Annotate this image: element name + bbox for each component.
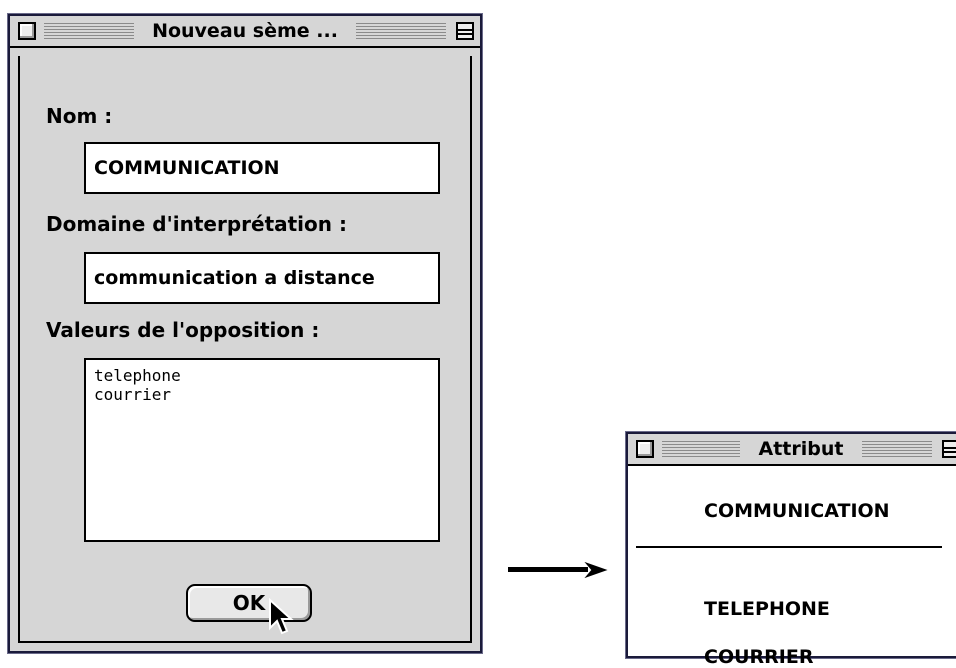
valeur-line: courrier <box>94 385 172 404</box>
nom-label: Nom : <box>46 104 113 128</box>
title-bar[interactable]: Nouveau sème ... <box>10 16 480 48</box>
nom-field[interactable]: COMMUNICATION <box>84 142 440 194</box>
attribut-value[interactable]: TELEPHONE <box>704 598 830 620</box>
window-title: Attribut <box>740 436 862 462</box>
arrow-cursor-icon <box>269 598 294 635</box>
attribut-window: Attribut COMMUNICATION TELEPHONE COURRIE… <box>626 432 956 668</box>
close-box-icon[interactable] <box>18 22 36 40</box>
attribut-header: COMMUNICATION <box>704 500 890 522</box>
attribut-content: COMMUNICATION TELEPHONE COURRIER <box>628 466 956 668</box>
valeurs-textarea[interactable]: telephone courrier <box>84 358 440 542</box>
nouveau-seme-window: Nouveau sème ... Nom : COMMUNICATION Dom… <box>8 14 482 653</box>
right-arrow-icon <box>508 561 608 579</box>
valeurs-label: Valeurs de l'opposition : <box>46 318 320 342</box>
title-bar[interactable]: Attribut <box>628 434 956 466</box>
domaine-label: Domaine d'interprétation : <box>46 212 347 236</box>
attribut-value[interactable]: COURRIER <box>704 646 813 668</box>
close-box-icon[interactable] <box>636 440 654 458</box>
zoom-box-icon[interactable] <box>942 440 956 458</box>
domaine-field[interactable]: communication a distance <box>84 252 440 304</box>
valeur-line: telephone <box>94 366 181 385</box>
zoom-box-icon[interactable] <box>456 22 474 40</box>
window-title: Nouveau sème ... <box>134 18 356 44</box>
separator <box>636 546 942 548</box>
